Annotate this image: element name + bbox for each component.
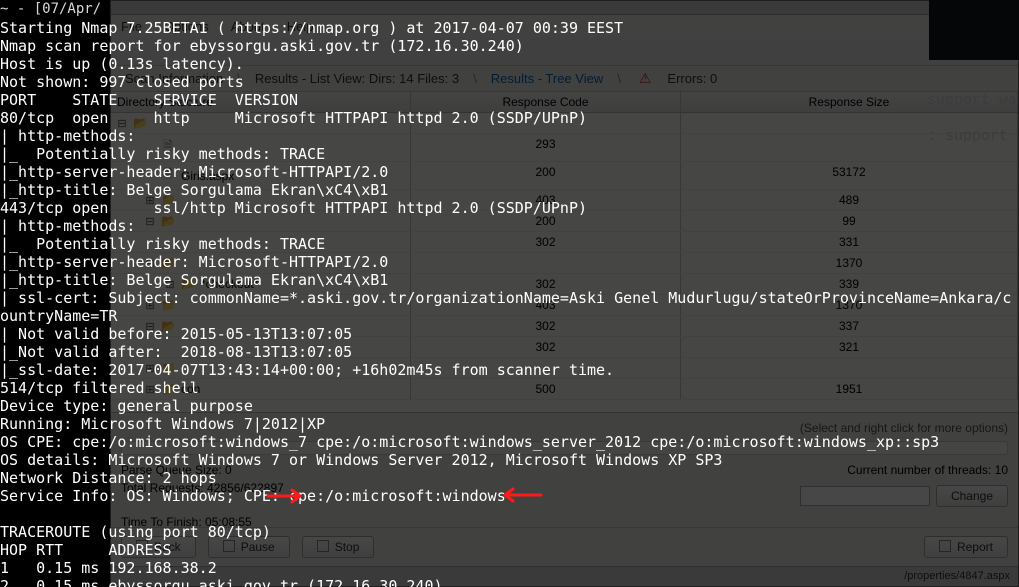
terminal-overlay[interactable]: ~ - [07/Apr/ Starting Nmap 7.25BETA1 ( h… (0, 0, 1019, 587)
annotation-arrow-right (266, 452, 320, 466)
annotation-arrow-left (493, 451, 547, 465)
terminal-title-fragment: ~ - [07/Apr/ (0, 0, 101, 18)
